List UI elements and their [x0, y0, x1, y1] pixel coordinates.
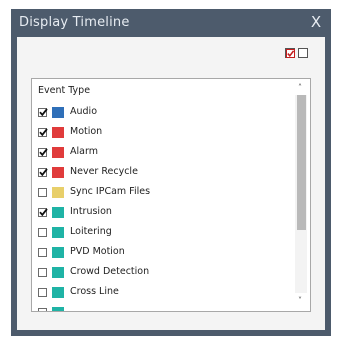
event-row[interactable]: Motion: [32, 123, 294, 143]
list-header: Event Type: [38, 85, 91, 96]
event-checkbox[interactable]: [38, 268, 47, 277]
event-label: Motion: [70, 126, 103, 137]
display-timeline-dialog: Display Timeline X Event Type Audio Motio…: [11, 9, 331, 336]
scroll-down-icon[interactable]: ˅: [296, 297, 304, 305]
scrollbar-track[interactable]: [295, 95, 307, 293]
close-icon[interactable]: X: [309, 14, 323, 30]
scroll-up-icon[interactable]: ˄: [296, 84, 304, 92]
event-row[interactable]: Alarm: [32, 143, 294, 163]
event-checkbox[interactable]: [38, 208, 48, 217]
event-checkbox[interactable]: [38, 148, 48, 157]
event-color-swatch: [52, 107, 64, 118]
event-row[interactable]: Cross Line: [32, 283, 294, 303]
event-row[interactable]: Loitering: [32, 223, 294, 243]
event-label: Crowd Detection: [70, 266, 150, 277]
event-row[interactable]: Crowd Detection: [32, 263, 294, 283]
event-checkbox[interactable]: [38, 128, 48, 137]
checked-box-icon: [286, 49, 295, 58]
event-color-swatch: [52, 147, 64, 158]
event-color-swatch: [52, 287, 64, 298]
event-checkbox[interactable]: [38, 228, 47, 237]
event-label: Audio: [70, 106, 98, 117]
event-checkbox[interactable]: [38, 288, 47, 297]
event-checkbox[interactable]: [38, 308, 47, 311]
event-row[interactable]: Sync IPCam Files: [32, 183, 294, 203]
title-bar[interactable]: Display Timeline X: [11, 9, 331, 37]
event-color-swatch: [52, 307, 64, 311]
event-row[interactable]: [32, 303, 294, 311]
event-row[interactable]: PVD Motion: [32, 243, 294, 263]
event-color-swatch: [52, 227, 64, 238]
event-label: Cross Line: [70, 286, 119, 297]
event-type-list: Event Type Audio Motion Alarm Never Recycle…: [31, 78, 311, 312]
event-row[interactable]: Intrusion: [32, 203, 294, 223]
event-label: Never Recycle: [70, 166, 138, 177]
event-checkbox[interactable]: [38, 188, 47, 197]
scrollbar-thumb[interactable]: [297, 95, 306, 230]
dialog-body: Event Type Audio Motion Alarm Never Recycle…: [17, 37, 325, 330]
check-all-button[interactable]: [285, 48, 295, 58]
event-checkbox[interactable]: [38, 248, 47, 257]
event-label: Sync IPCam Files: [70, 186, 151, 197]
event-label: Alarm: [70, 146, 98, 157]
event-checkbox[interactable]: [38, 168, 48, 177]
event-label: Intrusion: [70, 206, 112, 217]
event-checkbox[interactable]: [38, 108, 48, 117]
event-label: Loitering: [70, 226, 112, 237]
event-color-swatch: [52, 207, 64, 218]
event-color-swatch: [52, 267, 64, 278]
event-color-swatch: [52, 247, 64, 258]
event-row[interactable]: Audio: [32, 103, 294, 123]
window-title: Display Timeline: [19, 15, 130, 30]
event-color-swatch: [52, 127, 64, 138]
event-label: PVD Motion: [70, 246, 125, 257]
event-color-swatch: [52, 187, 64, 198]
event-row[interactable]: Never Recycle: [32, 163, 294, 183]
uncheck-all-button[interactable]: [298, 48, 308, 58]
event-color-swatch: [52, 167, 64, 178]
